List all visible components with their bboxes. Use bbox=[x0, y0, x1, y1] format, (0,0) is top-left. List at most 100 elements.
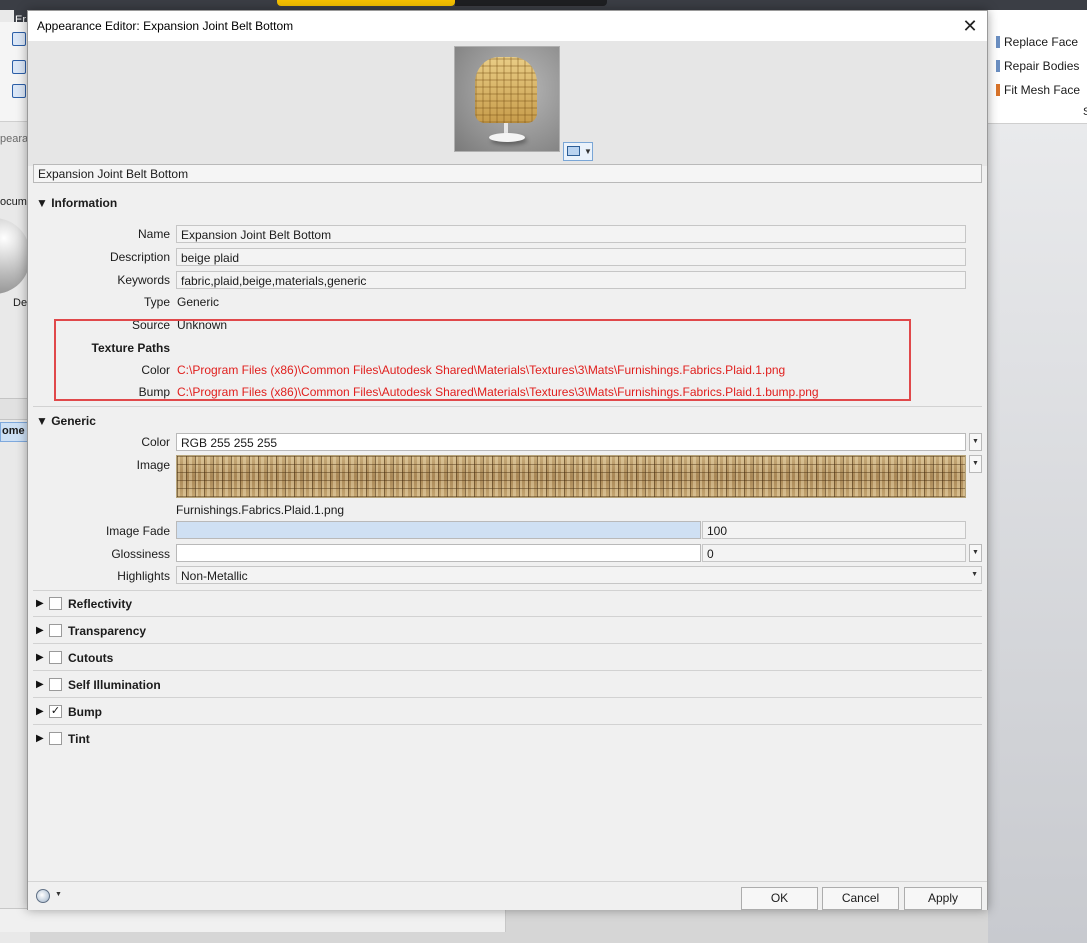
bump-texture-path: C:\Program Files (x86)\Common Files\Auto… bbox=[177, 385, 819, 399]
tint-label: Tint bbox=[68, 732, 90, 746]
app-left-label: De bbox=[13, 297, 28, 309]
chevron-down-icon: ▼ bbox=[584, 147, 592, 156]
reflectivity-checkbox[interactable] bbox=[49, 597, 62, 610]
image-dropdown-button[interactable]: ▼ bbox=[969, 455, 982, 473]
ribbon-tool-icon[interactable] bbox=[12, 84, 26, 98]
dialog-title: Appearance Editor: Expansion Joint Belt … bbox=[37, 19, 294, 33]
reflectivity-label: Reflectivity bbox=[68, 597, 133, 611]
reflectivity-section[interactable]: ▶ Reflectivity bbox=[33, 591, 982, 617]
collapse-triangle-icon: ▼ bbox=[36, 196, 52, 210]
app-left-toolbar[interactable] bbox=[0, 398, 30, 420]
color-dropdown-button[interactable]: ▼ bbox=[969, 433, 982, 451]
replace-face-label: Replace Face bbox=[1004, 35, 1079, 49]
app-tab-active[interactable] bbox=[277, 0, 455, 6]
bump-label: Bump bbox=[68, 705, 102, 719]
app-left-ribbon bbox=[0, 22, 30, 122]
type-label: Type bbox=[143, 295, 170, 309]
apply-button[interactable]: Apply bbox=[904, 887, 982, 910]
tint-section[interactable]: ▶ Tint bbox=[33, 726, 982, 752]
description-field[interactable]: beige plaid bbox=[176, 248, 966, 266]
repair-bodies-button[interactable]: Repair Bodies bbox=[996, 59, 1079, 73]
image-filename: Furnishings.Fabrics.Plaid.1.png bbox=[176, 503, 345, 517]
transparency-checkbox[interactable] bbox=[49, 624, 62, 637]
highlights-label: Highlights bbox=[117, 569, 170, 583]
dialog-title-bar[interactable]: Appearance Editor: Expansion Joint Belt … bbox=[28, 11, 987, 41]
preview-options-button[interactable]: ▼ bbox=[563, 142, 593, 161]
replace-face-button[interactable]: Replace Face bbox=[996, 35, 1078, 49]
cutouts-section[interactable]: ▶ Cutouts bbox=[33, 645, 982, 671]
image-fade-slider[interactable] bbox=[176, 521, 701, 539]
generic-header-label: Generic bbox=[51, 414, 96, 428]
information-section-header[interactable]: ▼ Information bbox=[36, 196, 117, 210]
expand-triangle-icon: ▶ bbox=[36, 706, 44, 717]
generic-section-header[interactable]: ▼ Generic bbox=[36, 414, 96, 428]
close-button[interactable]: ✕ bbox=[957, 13, 983, 39]
app-left-label: ocum bbox=[0, 196, 27, 208]
expand-triangle-icon: ▶ bbox=[36, 652, 44, 663]
keywords-field[interactable]: fabric,plaid,beige,materials,generic bbox=[176, 271, 966, 289]
color-path-label: Color bbox=[141, 363, 170, 377]
repair-bodies-icon bbox=[996, 60, 1000, 72]
transparency-section[interactable]: ▶ Transparency bbox=[33, 618, 982, 644]
collapse-triangle-icon: ▼ bbox=[36, 414, 52, 428]
ribbon-tool-icon[interactable] bbox=[12, 32, 26, 46]
monitor-icon bbox=[567, 146, 580, 156]
preview-area: ▼ bbox=[28, 41, 987, 166]
fit-mesh-face-icon bbox=[996, 84, 1000, 96]
bump-section[interactable]: ▶ ✓ Bump bbox=[33, 699, 982, 725]
chevron-down-icon: ▼ bbox=[971, 571, 978, 578]
ribbon-tool-icon[interactable] bbox=[12, 60, 26, 74]
appearance-options-icon[interactable] bbox=[36, 889, 50, 903]
appearance-preview-image bbox=[454, 46, 560, 152]
app-right-ribbon: Replace Face Repair Bodies Fit Mesh Face… bbox=[988, 10, 1087, 124]
keywords-label: Keywords bbox=[117, 273, 170, 287]
expand-triangle-icon: ▶ bbox=[36, 598, 44, 609]
preview-base bbox=[489, 133, 525, 142]
cutouts-label: Cutouts bbox=[68, 651, 114, 665]
self-illumination-label: Self Illumination bbox=[68, 678, 161, 692]
bump-path-label: Bump bbox=[138, 385, 170, 399]
image-label: Image bbox=[136, 458, 170, 472]
app-tab-dark[interactable] bbox=[455, 0, 607, 6]
app-left-selected-item[interactable]: ome bbox=[0, 422, 30, 442]
texture-paths-label: Texture Paths bbox=[91, 341, 170, 355]
ok-button[interactable]: OK bbox=[741, 887, 818, 910]
self-illumination-section[interactable]: ▶ Self Illumination bbox=[33, 672, 982, 698]
app-top-bar bbox=[0, 0, 1087, 10]
replace-face-icon bbox=[996, 36, 1000, 48]
app-left-label: peara bbox=[0, 133, 29, 145]
app-bottom-panel bbox=[0, 908, 506, 932]
bump-checkbox[interactable]: ✓ bbox=[49, 705, 62, 718]
glossiness-label: Glossiness bbox=[111, 547, 170, 561]
plaid-texture-image[interactable] bbox=[176, 455, 966, 498]
image-fade-value[interactable]: 100 bbox=[702, 521, 966, 539]
cancel-button[interactable]: Cancel bbox=[822, 887, 899, 910]
chevron-down-icon[interactable]: ▼ bbox=[55, 891, 62, 898]
fit-mesh-face-button[interactable]: Fit Mesh Face bbox=[996, 83, 1080, 97]
expand-triangle-icon: ▶ bbox=[36, 625, 44, 636]
highlights-select[interactable]: Non-Metallic ▼ bbox=[176, 566, 982, 584]
ribbon-edge-letter: S bbox=[1083, 106, 1087, 118]
self-illumination-checkbox[interactable] bbox=[49, 678, 62, 691]
fit-mesh-face-label: Fit Mesh Face bbox=[1004, 83, 1081, 97]
cutouts-checkbox[interactable] bbox=[49, 651, 62, 664]
generic-color-label: Color bbox=[141, 435, 170, 449]
preview-drape bbox=[475, 57, 537, 123]
glossiness-dropdown-button[interactable]: ▼ bbox=[969, 544, 982, 562]
name-label: Name bbox=[137, 227, 170, 241]
glossiness-slider[interactable] bbox=[176, 544, 701, 562]
transparency-label: Transparency bbox=[68, 624, 147, 638]
repair-bodies-label: Repair Bodies bbox=[1004, 59, 1080, 73]
expand-triangle-icon: ▶ bbox=[36, 679, 44, 690]
expand-triangle-icon: ▶ bbox=[36, 733, 44, 744]
glossiness-value[interactable]: 0 bbox=[702, 544, 966, 562]
type-value: Generic bbox=[177, 295, 220, 309]
information-header-label: Information bbox=[51, 196, 118, 210]
section-divider bbox=[33, 406, 982, 407]
appearance-editor-dialog: Appearance Editor: Expansion Joint Belt … bbox=[27, 10, 988, 910]
tint-checkbox[interactable] bbox=[49, 732, 62, 745]
app-viewport[interactable] bbox=[988, 124, 1087, 943]
appearance-name-field[interactable]: Expansion Joint Belt Bottom bbox=[33, 164, 982, 183]
name-field[interactable]: Expansion Joint Belt Bottom bbox=[176, 225, 966, 243]
generic-color-field[interactable]: RGB 255 255 255 bbox=[176, 433, 966, 451]
